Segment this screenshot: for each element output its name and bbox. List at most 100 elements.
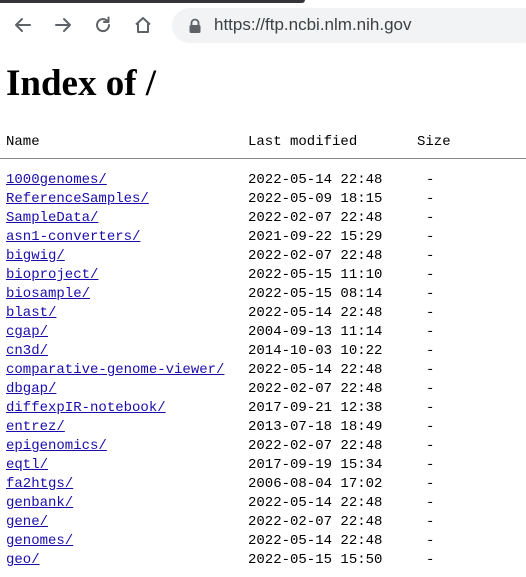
last-modified-value: 2014-10-03 10:22 [248,343,383,359]
active-tab-edge [0,0,305,3]
size-value: - [426,514,435,530]
size-value: - [426,191,435,207]
back-button[interactable] [10,12,36,38]
size-value: - [426,343,435,359]
size-value: - [426,438,435,454]
size-value: - [426,533,435,549]
directory-link[interactable]: entrez/ [6,419,65,435]
directory-link[interactable]: diffexpIR-notebook/ [6,400,166,416]
forward-button[interactable] [50,12,76,38]
size-value: - [426,476,435,492]
directory-row: epigenomics/2022-02-07 22:48 - [0,438,526,457]
directory-row: entrez/2013-07-18 18:49 - [0,419,526,438]
directory-link[interactable]: cn3d/ [6,343,48,359]
forward-arrow-icon [55,18,71,32]
directory-link[interactable]: comparative-genome-viewer/ [6,362,224,378]
last-modified-value: 2022-05-14 22:48 [248,495,383,511]
directory-link[interactable]: geo/ [6,552,40,568]
size-value: - [426,324,435,340]
browser-toolbar: https://ftp.ncbi.nlm.nih.gov [0,0,526,52]
column-header-name[interactable]: Name [6,134,40,150]
home-icon [135,17,151,33]
size-value: - [426,248,435,264]
last-modified-value: 2022-05-14 22:48 [248,533,383,549]
directory-link[interactable]: dbgap/ [6,381,56,397]
last-modified-value: 2022-02-07 22:48 [248,248,383,264]
directory-row: genbank/2022-05-14 22:48 - [0,495,526,514]
directory-listing: 1000genomes/2022-05-14 22:48 - ReferenceSa… [0,172,526,571]
size-value: - [426,495,435,511]
size-value: - [426,172,435,188]
directory-row: asn1-converters/2021-09-22 15:29 - [0,229,526,248]
directory-link[interactable]: bioproject/ [6,267,98,283]
last-modified-value: 2022-02-07 22:48 [248,210,383,226]
directory-row: blast/2022-05-14 22:48 - [0,305,526,324]
directory-row: bioproject/2022-05-15 11:10 - [0,267,526,286]
directory-row: 1000genomes/2022-05-14 22:48 - [0,172,526,191]
directory-row: dbgap/2022-02-07 22:48 - [0,381,526,400]
last-modified-value: 2022-05-15 11:10 [248,267,383,283]
directory-link[interactable]: 1000genomes/ [6,172,107,188]
directory-row: biosample/2022-05-15 08:14 - [0,286,526,305]
directory-row: fa2htgs/2006-08-04 17:02 - [0,476,526,495]
directory-link[interactable]: blast/ [6,305,56,321]
size-value: - [426,267,435,283]
header-divider [0,158,526,159]
page-title: Index of / [6,63,157,104]
directory-link[interactable]: ReferenceSamples/ [6,191,149,207]
directory-row: genomes/2022-05-14 22:48 - [0,533,526,552]
last-modified-value: 2022-05-14 22:48 [248,305,383,321]
last-modified-value: 2017-09-19 15:34 [248,457,383,473]
last-modified-value: 2006-08-04 17:02 [248,476,383,492]
last-modified-value: 2022-05-14 22:48 [248,172,383,188]
size-value: - [426,457,435,473]
directory-link[interactable]: biosample/ [6,286,90,302]
lock-icon[interactable] [188,18,202,34]
reload-icon [96,16,111,33]
reload-button[interactable] [90,12,116,38]
url-text[interactable]: https://ftp.ncbi.nlm.nih.gov [214,15,412,35]
page-content: Index of / Name Last modified Size 1000g… [0,52,526,577]
directory-row: eqtl/2017-09-19 15:34 - [0,457,526,476]
home-button[interactable] [130,12,156,38]
last-modified-value: 2022-05-09 18:15 [248,191,383,207]
directory-link[interactable]: gene/ [6,514,48,530]
last-modified-value: 2004-09-13 11:14 [248,324,383,340]
last-modified-value: 2021-09-22 15:29 [248,229,383,245]
directory-row: comparative-genome-viewer/2022-05-14 22:… [0,362,526,381]
directory-row: cgap/2004-09-13 11:14 - [0,324,526,343]
directory-link[interactable]: eqtl/ [6,457,48,473]
size-value: - [426,305,435,321]
back-arrow-icon [15,18,31,32]
last-modified-value: 2022-05-15 15:50 [248,552,383,568]
directory-link[interactable]: genomes/ [6,533,73,549]
last-modified-value: 2017-09-21 12:38 [248,400,383,416]
size-value: - [426,400,435,416]
last-modified-value: 2022-05-14 22:48 [248,362,383,378]
directory-link[interactable]: fa2htgs/ [6,476,73,492]
directory-row: SampleData/2022-02-07 22:48 - [0,210,526,229]
directory-link[interactable]: epigenomics/ [6,438,107,454]
directory-row: gene/2022-02-07 22:48 - [0,514,526,533]
size-value: - [426,419,435,435]
directory-link[interactable]: SampleData/ [6,210,98,226]
directory-link[interactable]: bigwig/ [6,248,65,264]
directory-link[interactable]: asn1-converters/ [6,229,140,245]
size-value: - [426,552,435,568]
directory-row: geo/2022-05-15 15:50 - [0,552,526,571]
directory-link[interactable]: genbank/ [6,495,73,511]
last-modified-value: 2022-02-07 22:48 [248,438,383,454]
directory-row: diffexpIR-notebook/2017-09-21 12:38 - [0,400,526,419]
directory-row: cn3d/2014-10-03 10:22 - [0,343,526,362]
size-value: - [426,381,435,397]
last-modified-value: 2022-05-15 08:14 [248,286,383,302]
address-bar[interactable]: https://ftp.ncbi.nlm.nih.gov [172,8,526,43]
directory-link[interactable]: cgap/ [6,324,48,340]
last-modified-value: 2022-02-07 22:48 [248,514,383,530]
column-header-last-modified[interactable]: Last modified [248,134,357,150]
last-modified-value: 2013-07-18 18:49 [248,419,383,435]
column-header-size[interactable]: Size [417,134,451,150]
size-value: - [426,210,435,226]
directory-row: bigwig/2022-02-07 22:48 - [0,248,526,267]
size-value: - [426,362,435,378]
